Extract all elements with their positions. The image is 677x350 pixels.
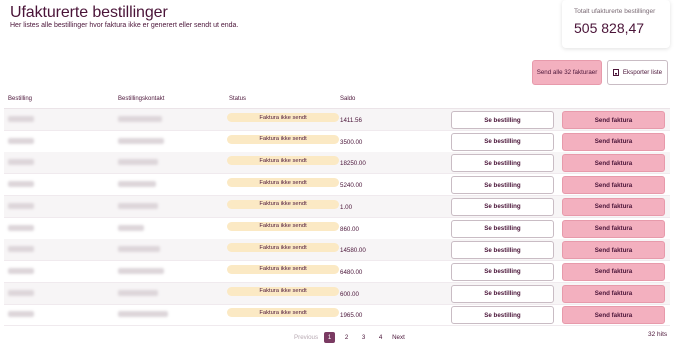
status-badge: Faktura ikke sendt xyxy=(227,286,339,296)
see-order-button[interactable]: Se bestilling xyxy=(451,154,554,173)
order-contact-redacted xyxy=(118,116,162,122)
status-badge: Faktura ikke sendt xyxy=(227,113,339,122)
see-order-button[interactable]: Se bestilling xyxy=(451,111,554,129)
order-contact-redacted xyxy=(118,246,160,253)
saldo-value: 5240.00 xyxy=(340,182,363,190)
order-contact-redacted xyxy=(118,159,158,166)
status-badge: Faktura ikke sendt xyxy=(227,178,339,188)
order-number-redacted[interactable] xyxy=(8,202,34,209)
status-badge: Faktura ikke sendt xyxy=(227,221,339,231)
saldo-value: 1965.00 xyxy=(340,312,363,320)
send-invoice-button[interactable]: Send faktura xyxy=(562,176,665,195)
see-order-button[interactable]: Se bestilling xyxy=(451,284,554,303)
send-invoice-button[interactable]: Send faktura xyxy=(562,219,665,238)
see-order-button[interactable]: Se bestilling xyxy=(451,241,554,260)
order-contact-redacted xyxy=(118,202,158,209)
send-invoice-button[interactable]: Send faktura xyxy=(562,111,665,129)
table-row: Faktura ikke sendt 860.00 Se bestilling Sen… xyxy=(4,218,670,240)
saldo-value: 860.00 xyxy=(340,225,359,233)
saldo-value: 3500.00 xyxy=(340,138,363,146)
saldo-value: 18250.00 xyxy=(340,160,366,168)
order-number-redacted[interactable] xyxy=(8,116,34,122)
status-badge: Faktura ikke sendt xyxy=(227,264,339,274)
table-row: Faktura ikke sendt 5240.00 Se bestilling Se… xyxy=(4,174,670,197)
table-row: Faktura ikke sendt 3500.00 Se bestilling Se… xyxy=(4,131,670,153)
order-number-redacted[interactable] xyxy=(8,267,34,274)
hits-count: 32 hits xyxy=(648,331,668,338)
column-header-order[interactable]: Bestilling xyxy=(8,96,32,102)
saldo-value: 1411.56 xyxy=(340,117,362,124)
total-value: 505 828,47 xyxy=(574,20,645,36)
saldo-value: 600.00 xyxy=(340,290,359,298)
export-list-label: Eksporter liste xyxy=(622,69,663,76)
saldo-value: 14580.00 xyxy=(340,247,366,255)
order-number-redacted[interactable] xyxy=(8,246,34,253)
order-contact-redacted xyxy=(118,137,164,144)
orders-table: Bestilling Bestillingskontakt Status Sal… xyxy=(4,90,670,327)
saldo-value: 1.00 xyxy=(340,203,353,211)
see-order-button[interactable]: Se bestilling xyxy=(451,306,554,325)
send-invoice-button[interactable]: Send faktura xyxy=(562,132,665,151)
next-page-link[interactable]: Next xyxy=(392,334,405,341)
page-link-2[interactable]: 2 xyxy=(341,332,352,343)
page-subtitle: Her listes alle bestillinger hvor faktur… xyxy=(10,22,239,29)
status-badge: Faktura ikke sendt xyxy=(227,134,339,144)
order-contact-redacted xyxy=(118,311,168,318)
see-order-button[interactable]: Se bestilling xyxy=(451,197,554,216)
send-invoice-button[interactable]: Send faktura xyxy=(562,284,665,303)
order-number-redacted[interactable] xyxy=(8,159,34,166)
send-invoice-button[interactable]: Send faktura xyxy=(562,197,665,216)
status-badge: Faktura ikke sendt xyxy=(227,199,339,209)
order-contact-redacted xyxy=(118,181,156,188)
order-contact-redacted xyxy=(118,224,144,231)
previous-page-link[interactable]: Previous xyxy=(294,334,318,341)
status-badge: Faktura ikke sendt xyxy=(227,308,339,318)
order-contact-redacted xyxy=(118,267,164,274)
page-title: Ufakturerte bestillinger xyxy=(10,4,168,21)
page-link-3[interactable]: 3 xyxy=(358,332,369,343)
send-all-invoices-button[interactable]: Send alle 32 fakturaer xyxy=(532,60,602,85)
table-row: Faktura ikke sendt 14580.00 Se bestilling S… xyxy=(4,239,670,262)
status-badge: Faktura ikke sendt xyxy=(227,243,339,253)
see-order-button[interactable]: Se bestilling xyxy=(451,132,554,151)
column-header-saldo[interactable]: Saldo xyxy=(340,96,355,102)
see-order-button[interactable]: Se bestilling xyxy=(451,219,554,238)
table-row: Faktura ikke sendt 1.00 Se bestilling Send … xyxy=(4,195,670,218)
table-row: Faktura ikke sendt 1411.56 Se bestilling Se… xyxy=(4,109,670,131)
table-header: Bestilling Bestillingskontakt Status Sal… xyxy=(4,90,670,109)
send-invoice-button[interactable]: Send faktura xyxy=(562,241,665,260)
order-number-redacted[interactable] xyxy=(8,289,34,296)
pagination: Previous 1 2 3 4 Next xyxy=(294,332,405,343)
column-header-contact[interactable]: Bestillingskontakt xyxy=(118,96,164,102)
total-card: Totalt ufakturerte bestillinger 505 828,… xyxy=(562,0,670,48)
order-number-redacted[interactable] xyxy=(8,137,34,144)
total-label: Totalt ufakturerte bestillinger xyxy=(574,8,656,15)
see-order-button[interactable]: Se bestilling xyxy=(451,262,554,281)
status-badge: Faktura ikke sendt xyxy=(227,156,339,166)
page-link-1[interactable]: 1 xyxy=(324,332,336,343)
column-header-status[interactable]: Status xyxy=(229,96,246,102)
table-row: Faktura ikke sendt 1965.00 Se bestilling Se… xyxy=(4,304,670,327)
send-invoice-button[interactable]: Send faktura xyxy=(562,306,665,325)
saldo-value: 6480.00 xyxy=(340,268,363,276)
document-icon xyxy=(612,69,619,76)
see-order-button[interactable]: Se bestilling xyxy=(451,176,554,195)
order-number-redacted[interactable] xyxy=(8,224,34,231)
table-row: Faktura ikke sendt 6480.00 Se bestilling Se… xyxy=(4,261,670,283)
page-link-4[interactable]: 4 xyxy=(375,332,386,343)
export-list-button[interactable]: Eksporter liste xyxy=(607,60,668,85)
order-number-redacted[interactable] xyxy=(8,311,34,318)
table-row: Faktura ikke sendt 18250.00 Se bestilling S… xyxy=(4,152,670,175)
order-number-redacted[interactable] xyxy=(8,181,34,188)
send-invoice-button[interactable]: Send faktura xyxy=(562,262,665,281)
table-row: Faktura ikke sendt 600.00 Se bestilling Sen… xyxy=(4,282,670,305)
send-invoice-button[interactable]: Send faktura xyxy=(562,154,665,173)
order-contact-redacted xyxy=(118,289,158,296)
